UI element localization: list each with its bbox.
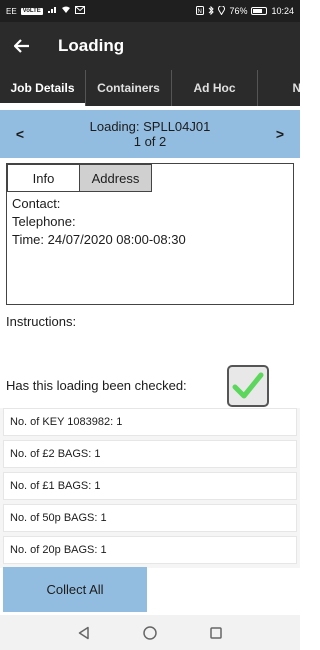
- clock: 10:24: [271, 6, 294, 16]
- battery-level: [253, 9, 263, 13]
- tab-containers[interactable]: Containers: [86, 70, 172, 106]
- collect-all-button[interactable]: Collect All: [3, 567, 147, 612]
- info-panel: Info Address Contact: Telephone: Time: 2…: [6, 163, 294, 305]
- tab-job-details[interactable]: Job Details: [0, 70, 86, 106]
- nfc-icon: N: [196, 5, 205, 17]
- time-line: Time: 24/07/2020 08:00-08:30: [12, 232, 186, 247]
- tab-overflow[interactable]: No: [258, 70, 301, 106]
- system-back-button[interactable]: [75, 624, 93, 642]
- info-subtabs: Info Address: [7, 164, 293, 192]
- arrow-left-icon: [14, 39, 29, 53]
- loading-checked-checkbox[interactable]: [227, 365, 269, 407]
- items-list: No. of KEY 1083982: 1 No. of £2 BAGS: 1 …: [0, 408, 300, 568]
- previous-record-button[interactable]: <: [0, 126, 40, 142]
- carrier-label: EE: [6, 6, 17, 16]
- volte-badge: VoLTE: [20, 7, 43, 15]
- record-navigator: < Loading: SPLL04J01 1 of 2 >: [0, 110, 300, 158]
- app-bar: Loading: [0, 22, 300, 70]
- home-circle-icon: [143, 625, 157, 640]
- telephone-line: Telephone:: [12, 214, 76, 229]
- tab-ad-hoc[interactable]: Ad Hoc: [172, 70, 258, 106]
- instructions-label: Instructions:: [6, 314, 77, 329]
- mail-icon: [74, 6, 85, 16]
- record-position: 1 of 2: [133, 134, 167, 149]
- back-button[interactable]: [0, 22, 44, 70]
- system-home-button[interactable]: [141, 624, 159, 642]
- battery-percent: 76%: [229, 6, 248, 16]
- next-record-button[interactable]: >: [260, 126, 300, 142]
- subtab-info[interactable]: Info: [7, 164, 80, 192]
- list-item[interactable]: No. of £2 BAGS: 1: [3, 440, 297, 468]
- check-question: Has this loading been checked:: [6, 378, 187, 393]
- location-icon: [218, 4, 226, 17]
- battery-icon: [251, 7, 268, 15]
- svg-text:N: N: [198, 9, 202, 15]
- subtab-address[interactable]: Address: [79, 164, 152, 192]
- system-recents-button[interactable]: [207, 624, 225, 642]
- list-item[interactable]: No. of 20p BAGS: 1: [3, 536, 297, 564]
- recents-square-icon: [210, 626, 222, 639]
- bluetooth-icon: [208, 5, 215, 17]
- status-right: N 76% 10:24: [196, 4, 294, 17]
- record-title: Loading: SPLL04J01: [89, 119, 211, 134]
- record-header: Loading: SPLL04J01 1 of 2: [40, 119, 260, 149]
- info-lines: Contact: Telephone: Time: 24/07/2020 08:…: [7, 192, 293, 252]
- wifi-icon: [61, 6, 71, 16]
- status-bar: EE VoLTE N 76% 10:24: [0, 0, 300, 22]
- list-item[interactable]: No. of £1 BAGS: 1: [3, 472, 297, 500]
- contact-line: Contact:: [12, 196, 61, 211]
- list-item[interactable]: No. of 50p BAGS: 1: [3, 504, 297, 532]
- tab-bar: Job Details Containers Ad Hoc No: [0, 70, 300, 106]
- status-left: EE VoLTE: [6, 6, 85, 16]
- page-title: Loading: [58, 36, 125, 55]
- list-item[interactable]: No. of KEY 1083982: 1: [3, 408, 297, 436]
- signal-icon: [47, 6, 57, 16]
- system-nav-bar: [0, 615, 300, 650]
- checkmark-icon: [232, 372, 264, 399]
- back-triangle-icon: [78, 626, 89, 639]
